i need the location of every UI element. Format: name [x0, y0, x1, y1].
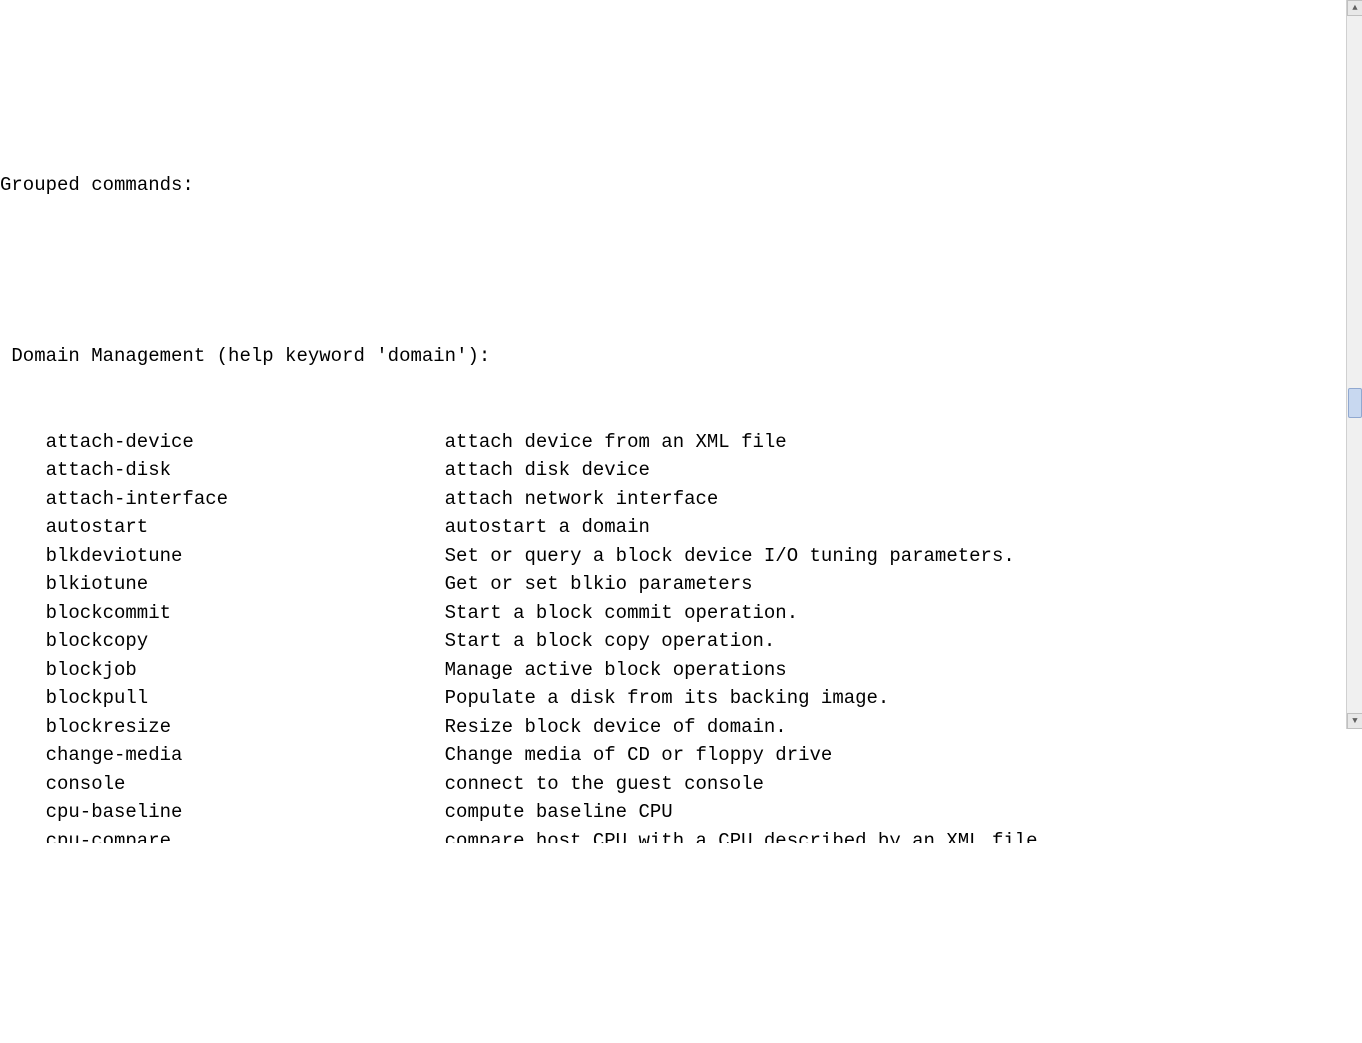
command-name: cpu-baseline [46, 798, 445, 827]
command-description: Start a block copy operation. [445, 627, 776, 656]
chevron-up-icon: ▲ [1352, 4, 1357, 13]
command-row: attach-diskattach disk device [0, 456, 1346, 485]
command-row: change-mediaChange media of CD or floppy… [0, 741, 1346, 770]
commands-list: attach-deviceattach device from an XML f… [0, 428, 1346, 844]
scrollbar-track[interactable] [1347, 16, 1362, 713]
command-name: change-media [46, 741, 445, 770]
domain-management-group-header: Domain Management (help keyword 'domain'… [0, 342, 1346, 371]
command-row: blkiotuneGet or set blkio parameters [0, 570, 1346, 599]
command-name: console [46, 770, 445, 799]
command-name: blkdeviotune [46, 542, 445, 571]
command-row: blockjobManage active block operations [0, 656, 1346, 685]
command-description: compare host CPU with a CPU described by… [445, 827, 1038, 844]
command-indent [0, 428, 46, 457]
command-indent [0, 485, 46, 514]
command-indent [0, 627, 46, 656]
command-name: blockcopy [46, 627, 445, 656]
command-name: attach-disk [46, 456, 445, 485]
command-indent [0, 713, 46, 742]
command-name: blockcommit [46, 599, 445, 628]
command-description: connect to the guest console [445, 770, 764, 799]
grouped-commands-header: Grouped commands: [0, 171, 1346, 200]
command-indent [0, 542, 46, 571]
command-name: attach-interface [46, 485, 445, 514]
command-name: autostart [46, 513, 445, 542]
blank-line [0, 257, 1346, 286]
command-indent [0, 570, 46, 599]
vertical-scrollbar[interactable]: ▲ ▼ [1346, 0, 1362, 729]
terminal-output: Grouped commands: Domain Management (hel… [0, 114, 1346, 843]
command-row: blockresizeResize block device of domain… [0, 713, 1346, 742]
command-indent [0, 684, 46, 713]
command-indent [0, 770, 46, 799]
command-description: Resize block device of domain. [445, 713, 787, 742]
command-row: cpu-comparecompare host CPU with a CPU d… [0, 827, 1346, 844]
command-row: autostartautostart a domain [0, 513, 1346, 542]
command-indent [0, 656, 46, 685]
command-name: blockresize [46, 713, 445, 742]
command-description: Manage active block operations [445, 656, 787, 685]
scrollbar-thumb[interactable] [1348, 388, 1362, 418]
command-description: Change media of CD or floppy drive [445, 741, 833, 770]
command-row: blockpullPopulate a disk from its backin… [0, 684, 1346, 713]
command-row: consoleconnect to the guest console [0, 770, 1346, 799]
command-name: blockpull [46, 684, 445, 713]
command-description: Populate a disk from its backing image. [445, 684, 890, 713]
command-description: Set or query a block device I/O tuning p… [445, 542, 1015, 571]
command-name: cpu-compare [46, 827, 445, 844]
command-name: blockjob [46, 656, 445, 685]
command-description: attach device from an XML file [445, 428, 787, 457]
scrollbar-down-button[interactable]: ▼ [1347, 713, 1362, 729]
command-indent [0, 456, 46, 485]
command-description: compute baseline CPU [445, 798, 673, 827]
command-description: autostart a domain [445, 513, 650, 542]
command-row: blockcommitStart a block commit operatio… [0, 599, 1346, 628]
command-name: attach-device [46, 428, 445, 457]
command-indent [0, 513, 46, 542]
command-row: attach-interfaceattach network interface [0, 485, 1346, 514]
command-description: Get or set blkio parameters [445, 570, 753, 599]
command-indent [0, 741, 46, 770]
command-description: attach disk device [445, 456, 650, 485]
chevron-down-icon: ▼ [1352, 717, 1357, 726]
command-row: cpu-baselinecompute baseline CPU [0, 798, 1346, 827]
command-indent [0, 798, 46, 827]
command-description: attach network interface [445, 485, 719, 514]
command-indent [0, 599, 46, 628]
command-row: blkdeviotuneSet or query a block device … [0, 542, 1346, 571]
command-indent [0, 827, 46, 844]
command-description: Start a block commit operation. [445, 599, 798, 628]
scrollbar-up-button[interactable]: ▲ [1347, 0, 1362, 16]
command-name: blkiotune [46, 570, 445, 599]
command-row: attach-deviceattach device from an XML f… [0, 428, 1346, 457]
command-row: blockcopyStart a block copy operation. [0, 627, 1346, 656]
